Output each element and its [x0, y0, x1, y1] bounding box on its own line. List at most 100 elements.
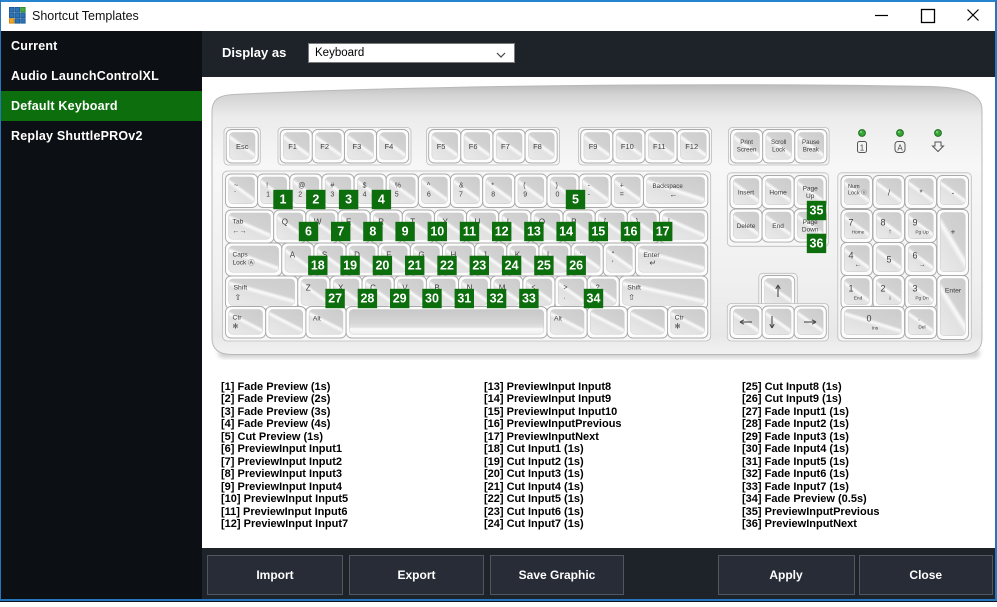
- svg-text:-: -: [952, 189, 955, 198]
- svg-text:Shift: Shift: [627, 285, 641, 292]
- svg-text:.: .: [564, 294, 566, 301]
- svg-text:←: ←: [855, 262, 862, 269]
- svg-text:End: End: [854, 296, 863, 302]
- svg-text:Alt: Alt: [313, 316, 321, 323]
- svg-text:': ': [612, 261, 613, 268]
- svg-text:Print: Print: [740, 139, 753, 146]
- svg-text:2: 2: [312, 193, 319, 207]
- svg-text:6: 6: [305, 225, 312, 239]
- svg-text:12: 12: [495, 225, 509, 239]
- svg-text:19: 19: [343, 259, 357, 273]
- svg-text:$: $: [363, 183, 367, 190]
- svg-text:Alt: Alt: [554, 316, 562, 323]
- svg-text:F3: F3: [353, 142, 362, 151]
- svg-text:18: 18: [311, 259, 325, 273]
- svg-text:✻: ✻: [233, 323, 239, 331]
- svg-text:2: 2: [880, 284, 885, 294]
- svg-text:A: A: [290, 251, 296, 260]
- svg-text:25: 25: [537, 259, 551, 273]
- svg-text:&: &: [459, 183, 464, 190]
- svg-text:!: !: [266, 183, 268, 190]
- svg-text:F9: F9: [589, 142, 598, 151]
- svg-text:+: +: [951, 228, 956, 237]
- svg-text:F1: F1: [288, 142, 297, 151]
- svg-text:Z: Z: [306, 284, 311, 293]
- svg-text:Down: Down: [802, 227, 819, 234]
- svg-text:⇧: ⇧: [235, 293, 242, 302]
- svg-text:0: 0: [866, 314, 871, 324]
- svg-text:End: End: [772, 223, 784, 230]
- svg-text:20: 20: [375, 259, 389, 273]
- svg-text:14: 14: [559, 225, 573, 239]
- svg-text:Screen: Screen: [737, 147, 757, 154]
- svg-text:F10: F10: [621, 142, 634, 151]
- svg-text:35: 35: [810, 204, 824, 218]
- svg-text:←→: ←→: [233, 228, 247, 235]
- svg-text:~: ~: [234, 183, 238, 190]
- svg-text:←: ←: [670, 190, 678, 199]
- svg-text:10: 10: [430, 225, 444, 239]
- svg-text:16: 16: [624, 225, 638, 239]
- svg-text:1: 1: [266, 192, 270, 199]
- svg-text:F6: F6: [469, 142, 478, 151]
- svg-text:@: @: [298, 183, 305, 190]
- svg-text:5: 5: [572, 193, 579, 207]
- svg-text:`: `: [234, 192, 236, 199]
- svg-text:23: 23: [472, 259, 486, 273]
- svg-text:24: 24: [505, 259, 519, 273]
- svg-text:*: *: [919, 189, 922, 198]
- svg-text:F11: F11: [653, 142, 665, 151]
- svg-text:4: 4: [363, 192, 367, 199]
- svg-text:→: →: [919, 262, 926, 269]
- svg-text:=: =: [620, 192, 624, 199]
- svg-text:Shift: Shift: [234, 285, 248, 292]
- svg-text:Pg Up: Pg Up: [915, 230, 929, 236]
- svg-text:F7: F7: [501, 142, 510, 151]
- svg-text:7: 7: [337, 225, 344, 239]
- svg-text:9: 9: [523, 192, 527, 199]
- svg-text:1: 1: [860, 144, 865, 153]
- svg-text:F4: F4: [385, 142, 394, 151]
- svg-text:Pg Dn: Pg Dn: [915, 296, 929, 302]
- svg-text:Tab: Tab: [233, 219, 244, 226]
- svg-text:⇧: ⇧: [628, 293, 635, 302]
- svg-text:9: 9: [912, 218, 917, 228]
- svg-text:15: 15: [591, 225, 605, 239]
- svg-text:9: 9: [402, 225, 409, 239]
- svg-text:.: .: [918, 314, 920, 323]
- svg-text:F12: F12: [685, 142, 698, 151]
- svg-text:31: 31: [457, 292, 471, 306]
- svg-text:7: 7: [848, 218, 853, 228]
- svg-text:17: 17: [656, 225, 670, 239]
- svg-text:8: 8: [880, 218, 885, 228]
- svg-text:↵: ↵: [649, 259, 656, 268]
- svg-text:6: 6: [912, 251, 917, 261]
- svg-text:13: 13: [527, 225, 541, 239]
- svg-text:Enter: Enter: [945, 288, 962, 295]
- svg-text:34: 34: [587, 292, 601, 306]
- svg-text:↑: ↑: [888, 229, 892, 236]
- svg-text:1: 1: [280, 193, 287, 207]
- svg-text:21: 21: [408, 259, 422, 273]
- svg-text:Delete: Delete: [737, 223, 756, 230]
- svg-text:Lock ⓞ: Lock ⓞ: [848, 189, 867, 197]
- svg-text:5: 5: [395, 192, 399, 199]
- svg-text:Del: Del: [918, 325, 925, 331]
- svg-text:22: 22: [440, 259, 454, 273]
- svg-text:29: 29: [393, 292, 407, 306]
- svg-text:1: 1: [848, 284, 853, 294]
- svg-text:6: 6: [427, 192, 431, 199]
- svg-text:Caps: Caps: [233, 252, 249, 259]
- svg-text:Scroll: Scroll: [771, 139, 786, 146]
- svg-text:36: 36: [810, 237, 824, 251]
- svg-text:0: 0: [556, 192, 560, 199]
- svg-text:27: 27: [328, 292, 342, 306]
- svg-text:28: 28: [360, 292, 374, 306]
- svg-text:Up: Up: [806, 193, 815, 200]
- svg-text:↓: ↓: [888, 295, 892, 302]
- svg-text:8: 8: [369, 225, 376, 239]
- svg-text:*: *: [491, 183, 494, 190]
- svg-text:Lock: Lock: [772, 147, 786, 154]
- svg-text:Break: Break: [803, 147, 820, 154]
- svg-text:2: 2: [298, 192, 302, 199]
